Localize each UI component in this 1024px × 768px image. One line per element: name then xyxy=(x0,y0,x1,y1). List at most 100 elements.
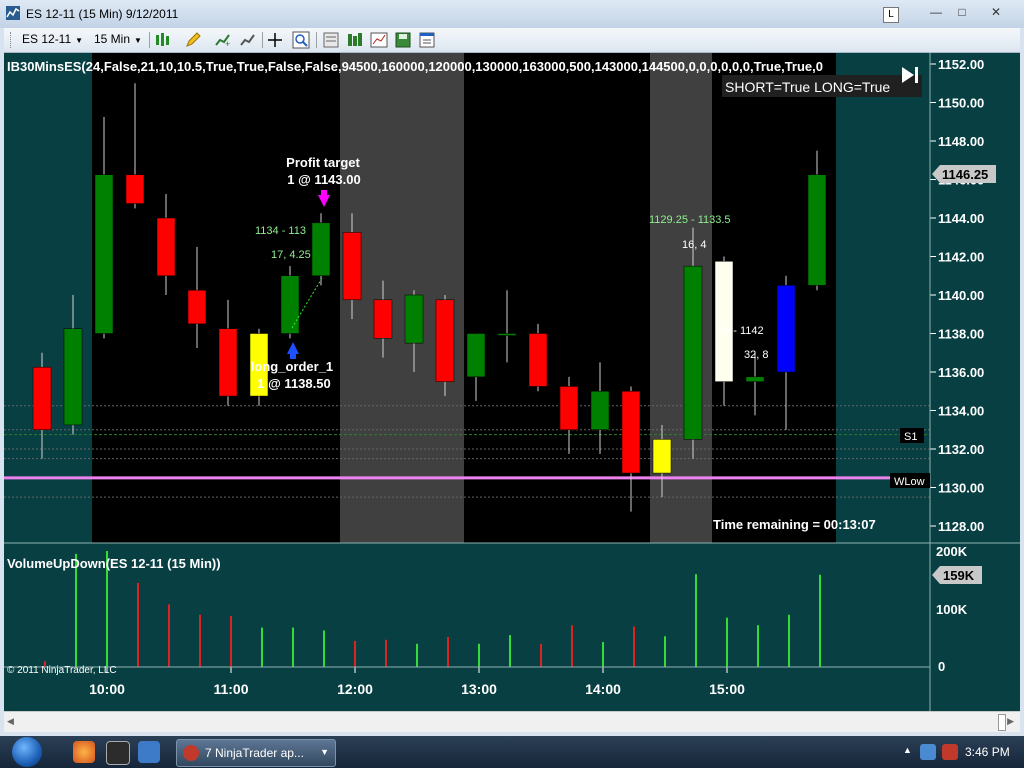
chevron-down-icon[interactable]: ▼ xyxy=(320,747,329,757)
window-title: ES 12-11 (15 Min) 9/12/2011 xyxy=(26,7,179,21)
candle-body xyxy=(590,391,610,430)
trade-annotation-17: 17, 4.25 xyxy=(271,249,311,261)
instrument-label: ES 12-11 xyxy=(22,32,72,46)
taskbar-app-label: 7 NinjaTrader ap... xyxy=(205,746,304,760)
candle-body xyxy=(373,299,393,339)
svg-text:+: + xyxy=(225,39,230,49)
candle-body xyxy=(714,261,734,382)
bars-style-icon[interactable] xyxy=(154,31,172,49)
candle-body xyxy=(125,174,145,204)
app-chart-icon xyxy=(6,6,20,20)
count-annotation-16: 16, 4 xyxy=(682,239,706,251)
candle-body xyxy=(466,333,486,378)
candle-body xyxy=(559,386,579,430)
toolbar-grip[interactable] xyxy=(10,32,13,48)
candle-body xyxy=(342,232,362,301)
time-axis-label: 11:00 xyxy=(213,681,248,697)
price-axis-label: 1142.00 xyxy=(938,250,984,265)
range-annotation-1142: 34 - 1142 xyxy=(718,325,764,337)
maximize-button[interactable]: □ xyxy=(948,4,976,20)
minimize-button[interactable]: — xyxy=(922,4,950,20)
candle-body xyxy=(683,265,703,440)
time-axis-label: 10:00 xyxy=(89,681,125,697)
profit-target-price: 1 @ 1143.00 xyxy=(287,172,360,187)
candle-body xyxy=(187,289,207,325)
price-axis-label: 1136.00 xyxy=(938,365,984,380)
instrument-selector[interactable]: ES 12-11 ▼ xyxy=(22,32,83,46)
trade-annotation-1134: 1134 - 113 xyxy=(255,225,306,237)
network-icon[interactable] xyxy=(920,744,936,760)
volume-axis-label: 0 xyxy=(938,659,945,674)
candle-body xyxy=(528,333,548,387)
time-axis-label: 15:00 xyxy=(709,681,745,697)
volume-axis-label: 100K xyxy=(936,602,968,617)
candle-body xyxy=(404,294,424,344)
candle-body xyxy=(807,174,827,286)
time-axis-label: 12:00 xyxy=(337,681,373,697)
firefox-icon[interactable] xyxy=(73,741,95,763)
chevron-down-icon: ▼ xyxy=(75,36,84,45)
properties-icon[interactable] xyxy=(418,31,436,49)
candle-body xyxy=(497,333,517,336)
scroll-right-icon[interactable]: ▶ xyxy=(1007,716,1014,727)
candle-body xyxy=(776,285,796,373)
volume-axis-label: 200K xyxy=(936,544,968,559)
price-axis-label: 1138.00 xyxy=(938,327,984,342)
start-button[interactable] xyxy=(12,737,42,767)
scroll-left-icon[interactable]: ◀ xyxy=(7,716,14,727)
add-indicator-icon[interactable]: + xyxy=(214,31,232,49)
last-price: 1146.25 xyxy=(942,167,988,182)
candle-body xyxy=(218,328,238,397)
remove-indicator-icon[interactable] xyxy=(239,31,257,49)
save-icon[interactable] xyxy=(394,31,412,49)
price-axis-label: 1130.00 xyxy=(938,481,984,496)
strategies-icon[interactable] xyxy=(346,31,364,49)
candle-body xyxy=(745,376,765,382)
chart-toolbar: ES 12-11 ▼ 15 Min ▼ + xyxy=(4,28,1020,53)
interval-selector[interactable]: 15 Min ▼ xyxy=(94,32,142,46)
wlow-label: WLow xyxy=(894,476,925,488)
candle-body xyxy=(32,366,52,430)
tray-expand-icon[interactable]: ▲ xyxy=(903,745,912,755)
candle-body xyxy=(63,328,83,426)
candle-body xyxy=(311,222,331,276)
count-annotation-32: 32, 8 xyxy=(744,349,768,361)
price-chart[interactable]: 1152.001150.001148.001146.001144.001142.… xyxy=(4,53,1020,711)
chart-trader-icon[interactable] xyxy=(370,31,388,49)
profit-target-label: Profit target xyxy=(286,155,360,170)
toolbar-separator xyxy=(316,32,317,48)
close-button[interactable]: ✕ xyxy=(982,4,1010,20)
long-order-price: 1 @ 1138.50 xyxy=(257,376,330,391)
data-box-icon[interactable] xyxy=(322,31,340,49)
scroll-thumb[interactable] xyxy=(998,714,1006,731)
layout-badge[interactable]: L xyxy=(883,7,899,23)
last-volume: 159K xyxy=(943,568,975,583)
range-annotation: 1129.25 - 1133.5 xyxy=(649,214,731,226)
price-axis-label: 1150.00 xyxy=(938,96,984,111)
price-axis-label: 1140.00 xyxy=(938,288,984,303)
price-axis-label: 1134.00 xyxy=(938,404,984,419)
taskbar-ninjatrader-button[interactable]: 7 NinjaTrader ap... ▼ xyxy=(176,739,336,767)
status-box-text: SHORT=True LONG=True xyxy=(725,79,890,95)
chart-panel[interactable]: 1152.001150.001148.001146.001144.001142.… xyxy=(4,53,1020,711)
price-axis-label: 1144.00 xyxy=(938,211,984,226)
zoom-icon[interactable] xyxy=(292,31,310,49)
horizontal-scrollbar[interactable]: ◀ ▶ xyxy=(4,711,1020,732)
ninjatrader-icon xyxy=(183,745,199,761)
volume-panel-title: VolumeUpDown(ES 12-11 (15 Min)) xyxy=(7,556,221,571)
security-shield-icon[interactable] xyxy=(942,744,958,760)
candle-body xyxy=(280,275,300,334)
price-axis-label: 1132.00 xyxy=(938,442,984,457)
candle-body xyxy=(94,174,114,334)
indicator-header: IB30MinsES(24,False,21,10,10.5,True,True… xyxy=(7,59,823,74)
pencil-draw-icon[interactable] xyxy=(184,31,202,49)
candle-body xyxy=(156,217,176,276)
time-axis-label: 14:00 xyxy=(585,681,621,697)
tray-clock[interactable]: 3:46 PM xyxy=(965,745,1010,759)
crosshair-icon[interactable] xyxy=(266,31,284,49)
chevron-down-icon: ▼ xyxy=(134,36,142,45)
candle-body xyxy=(621,391,641,474)
window-switcher-icon[interactable] xyxy=(106,741,130,765)
price-axis-label: 1148.00 xyxy=(938,134,984,149)
explorer-icon[interactable] xyxy=(138,741,160,763)
